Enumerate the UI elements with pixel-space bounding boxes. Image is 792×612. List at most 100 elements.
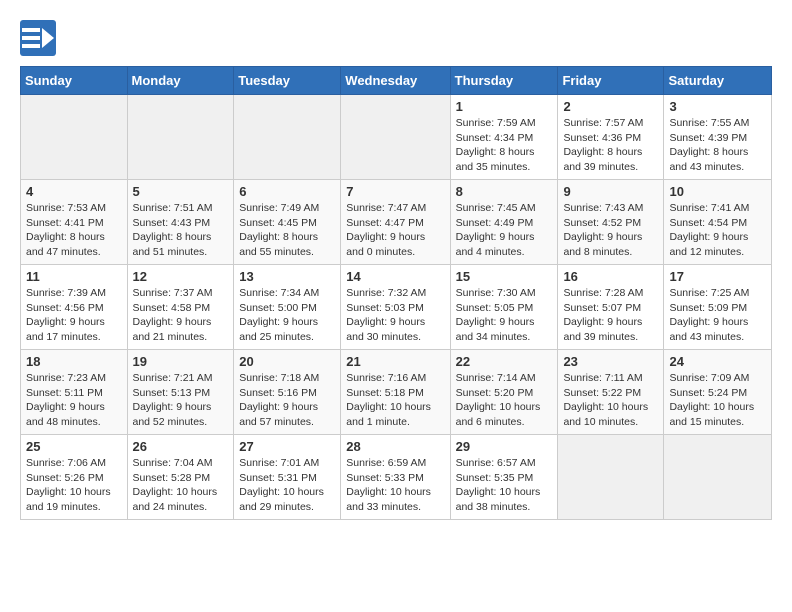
day-number: 28 — [346, 439, 444, 454]
day-info: Sunrise: 7:34 AM Sunset: 5:00 PM Dayligh… — [239, 286, 335, 345]
day-info: Sunrise: 7:49 AM Sunset: 4:45 PM Dayligh… — [239, 201, 335, 260]
day-info: Sunrise: 7:47 AM Sunset: 4:47 PM Dayligh… — [346, 201, 444, 260]
day-number: 25 — [26, 439, 122, 454]
calendar-cell: 20 Sunrise: 7:18 AM Sunset: 5:16 PM Dayli… — [234, 350, 341, 435]
calendar-cell: 24 Sunrise: 7:09 AM Sunset: 5:24 PM Dayli… — [664, 350, 772, 435]
day-number: 11 — [26, 269, 122, 284]
calendar-cell: 14 Sunrise: 7:32 AM Sunset: 5:03 PM Dayli… — [341, 265, 450, 350]
calendar-cell — [558, 435, 664, 520]
day-number: 29 — [456, 439, 553, 454]
day-number: 15 — [456, 269, 553, 284]
day-info: Sunrise: 6:57 AM Sunset: 5:35 PM Dayligh… — [456, 456, 553, 515]
day-info: Sunrise: 7:01 AM Sunset: 5:31 PM Dayligh… — [239, 456, 335, 515]
day-number: 13 — [239, 269, 335, 284]
header-day-monday: Monday — [127, 67, 234, 95]
day-info: Sunrise: 7:51 AM Sunset: 4:43 PM Dayligh… — [133, 201, 229, 260]
calendar-cell — [341, 95, 450, 180]
day-info: Sunrise: 6:59 AM Sunset: 5:33 PM Dayligh… — [346, 456, 444, 515]
day-info: Sunrise: 7:21 AM Sunset: 5:13 PM Dayligh… — [133, 371, 229, 430]
header-day-tuesday: Tuesday — [234, 67, 341, 95]
calendar-cell: 3 Sunrise: 7:55 AM Sunset: 4:39 PM Daylig… — [664, 95, 772, 180]
week-row-3: 11 Sunrise: 7:39 AM Sunset: 4:56 PM Dayli… — [21, 265, 772, 350]
day-info: Sunrise: 7:45 AM Sunset: 4:49 PM Dayligh… — [456, 201, 553, 260]
calendar-cell: 4 Sunrise: 7:53 AM Sunset: 4:41 PM Daylig… — [21, 180, 128, 265]
day-number: 19 — [133, 354, 229, 369]
day-info: Sunrise: 7:32 AM Sunset: 5:03 PM Dayligh… — [346, 286, 444, 345]
calendar-cell: 28 Sunrise: 6:59 AM Sunset: 5:33 PM Dayli… — [341, 435, 450, 520]
week-row-5: 25 Sunrise: 7:06 AM Sunset: 5:26 PM Dayli… — [21, 435, 772, 520]
header-row: SundayMondayTuesdayWednesdayThursdayFrid… — [21, 67, 772, 95]
day-number: 2 — [563, 99, 658, 114]
header-day-sunday: Sunday — [21, 67, 128, 95]
calendar-cell: 26 Sunrise: 7:04 AM Sunset: 5:28 PM Dayli… — [127, 435, 234, 520]
day-info: Sunrise: 7:04 AM Sunset: 5:28 PM Dayligh… — [133, 456, 229, 515]
day-info: Sunrise: 7:37 AM Sunset: 4:58 PM Dayligh… — [133, 286, 229, 345]
day-number: 17 — [669, 269, 766, 284]
day-number: 23 — [563, 354, 658, 369]
day-number: 12 — [133, 269, 229, 284]
calendar-cell — [234, 95, 341, 180]
day-info: Sunrise: 7:55 AM Sunset: 4:39 PM Dayligh… — [669, 116, 766, 175]
day-info: Sunrise: 7:53 AM Sunset: 4:41 PM Dayligh… — [26, 201, 122, 260]
day-info: Sunrise: 7:30 AM Sunset: 5:05 PM Dayligh… — [456, 286, 553, 345]
day-number: 6 — [239, 184, 335, 199]
day-number: 26 — [133, 439, 229, 454]
calendar-cell: 25 Sunrise: 7:06 AM Sunset: 5:26 PM Dayli… — [21, 435, 128, 520]
day-info: Sunrise: 7:14 AM Sunset: 5:20 PM Dayligh… — [456, 371, 553, 430]
day-number: 10 — [669, 184, 766, 199]
day-info: Sunrise: 7:06 AM Sunset: 5:26 PM Dayligh… — [26, 456, 122, 515]
day-info: Sunrise: 7:18 AM Sunset: 5:16 PM Dayligh… — [239, 371, 335, 430]
calendar-cell: 2 Sunrise: 7:57 AM Sunset: 4:36 PM Daylig… — [558, 95, 664, 180]
calendar-cell — [127, 95, 234, 180]
week-row-2: 4 Sunrise: 7:53 AM Sunset: 4:41 PM Daylig… — [21, 180, 772, 265]
day-number: 14 — [346, 269, 444, 284]
day-number: 9 — [563, 184, 658, 199]
day-info: Sunrise: 7:43 AM Sunset: 4:52 PM Dayligh… — [563, 201, 658, 260]
header-day-thursday: Thursday — [450, 67, 558, 95]
day-info: Sunrise: 7:11 AM Sunset: 5:22 PM Dayligh… — [563, 371, 658, 430]
calendar-cell: 21 Sunrise: 7:16 AM Sunset: 5:18 PM Dayli… — [341, 350, 450, 435]
week-row-4: 18 Sunrise: 7:23 AM Sunset: 5:11 PM Dayli… — [21, 350, 772, 435]
calendar-cell: 29 Sunrise: 6:57 AM Sunset: 5:35 PM Dayli… — [450, 435, 558, 520]
day-number: 1 — [456, 99, 553, 114]
calendar-cell: 17 Sunrise: 7:25 AM Sunset: 5:09 PM Dayli… — [664, 265, 772, 350]
calendar-cell: 5Sunrise: 7:51 AM Sunset: 4:43 PM Daylig… — [127, 180, 234, 265]
day-info: Sunrise: 7:25 AM Sunset: 5:09 PM Dayligh… — [669, 286, 766, 345]
calendar-cell: 22 Sunrise: 7:14 AM Sunset: 5:20 PM Dayli… — [450, 350, 558, 435]
day-info: Sunrise: 7:57 AM Sunset: 4:36 PM Dayligh… — [563, 116, 658, 175]
day-number: 27 — [239, 439, 335, 454]
day-info: Sunrise: 7:39 AM Sunset: 4:56 PM Dayligh… — [26, 286, 122, 345]
logo-icon — [20, 20, 56, 56]
day-number: 16 — [563, 269, 658, 284]
calendar-cell: 6 Sunrise: 7:49 AM Sunset: 4:45 PM Daylig… — [234, 180, 341, 265]
day-info: Sunrise: 7:41 AM Sunset: 4:54 PM Dayligh… — [669, 201, 766, 260]
calendar-cell: 13 Sunrise: 7:34 AM Sunset: 5:00 PM Dayli… — [234, 265, 341, 350]
day-number: 3 — [669, 99, 766, 114]
day-number: 24 — [669, 354, 766, 369]
day-info: Sunrise: 7:09 AM Sunset: 5:24 PM Dayligh… — [669, 371, 766, 430]
day-info: Sunrise: 7:28 AM Sunset: 5:07 PM Dayligh… — [563, 286, 658, 345]
calendar-cell: 7 Sunrise: 7:47 AM Sunset: 4:47 PM Daylig… — [341, 180, 450, 265]
day-number: 4 — [26, 184, 122, 199]
header-day-wednesday: Wednesday — [341, 67, 450, 95]
calendar-cell: 18 Sunrise: 7:23 AM Sunset: 5:11 PM Dayli… — [21, 350, 128, 435]
day-number: 22 — [456, 354, 553, 369]
day-info: Sunrise: 7:23 AM Sunset: 5:11 PM Dayligh… — [26, 371, 122, 430]
calendar-cell: 8 Sunrise: 7:45 AM Sunset: 4:49 PM Daylig… — [450, 180, 558, 265]
calendar-cell: 1Sunrise: 7:59 AM Sunset: 4:34 PM Daylig… — [450, 95, 558, 180]
calendar-cell: 16 Sunrise: 7:28 AM Sunset: 5:07 PM Dayli… — [558, 265, 664, 350]
calendar-cell: 9 Sunrise: 7:43 AM Sunset: 4:52 PM Daylig… — [558, 180, 664, 265]
day-number: 21 — [346, 354, 444, 369]
header — [20, 20, 772, 56]
calendar-table: SundayMondayTuesdayWednesdayThursdayFrid… — [20, 66, 772, 520]
calendar-cell: 15 Sunrise: 7:30 AM Sunset: 5:05 PM Dayli… — [450, 265, 558, 350]
day-number: 7 — [346, 184, 444, 199]
day-info: Sunrise: 7:16 AM Sunset: 5:18 PM Dayligh… — [346, 371, 444, 430]
day-number: 8 — [456, 184, 553, 199]
calendar-cell: 12 Sunrise: 7:37 AM Sunset: 4:58 PM Dayli… — [127, 265, 234, 350]
calendar-cell — [664, 435, 772, 520]
calendar-cell: 19 Sunrise: 7:21 AM Sunset: 5:13 PM Dayli… — [127, 350, 234, 435]
day-number: 18 — [26, 354, 122, 369]
day-number: 20 — [239, 354, 335, 369]
calendar-cell: 23 Sunrise: 7:11 AM Sunset: 5:22 PM Dayli… — [558, 350, 664, 435]
